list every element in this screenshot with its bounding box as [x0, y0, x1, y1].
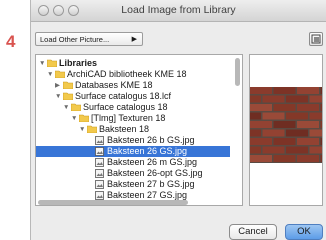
- tree-item-label: ArchiCAD bibliotheek KME 18: [67, 69, 187, 79]
- tree-folder-item[interactable]: ▼ ArchiCAD bibliotheek KME 18: [36, 69, 230, 80]
- brick: [273, 121, 296, 128]
- disclosure-expanded-icon[interactable]: ▼: [39, 58, 45, 69]
- scroll-thumb[interactable]: [235, 58, 240, 86]
- brick: [273, 87, 296, 94]
- tree-folder-item[interactable]: ▶ Databases KME 18: [36, 80, 230, 91]
- brick: [297, 104, 319, 111]
- brick: [309, 129, 322, 137]
- triangle-right-icon: ▶: [131, 36, 137, 43]
- tree-file-item[interactable]: Baksteen 26-opt GS.jpg: [36, 168, 230, 179]
- brick: [250, 155, 272, 162]
- tree-file-item[interactable]: Baksteen 27 b GS.jpg: [36, 179, 230, 190]
- scroll-thumb[interactable]: [38, 200, 188, 205]
- disclosure-expanded-icon[interactable]: ▼: [79, 124, 85, 135]
- disclosure-expanded-icon[interactable]: ▼: [55, 91, 61, 102]
- brick: [286, 129, 308, 137]
- brick: [250, 146, 261, 154]
- disclosure-expanded-icon[interactable]: ▼: [71, 113, 77, 124]
- library-tree: ▼ Libraries ▼ ArchiCAD bibliotheek KME 18 ▶ D…: [35, 54, 243, 206]
- tree-folder-item[interactable]: ▼ Libraries: [36, 58, 230, 69]
- brick: [250, 138, 272, 145]
- title-bar: Load Image from Library: [31, 0, 326, 22]
- brick: [262, 95, 285, 103]
- tree-folder-item[interactable]: ▼ [Tlmg] Texturen 18: [36, 113, 230, 124]
- brick: [320, 104, 322, 111]
- ok-button[interactable]: OK: [285, 224, 323, 240]
- vertical-scrollbar[interactable]: [234, 57, 241, 203]
- brick: [320, 87, 322, 94]
- tree-file-item[interactable]: Baksteen 26 m GS.jpg: [36, 157, 230, 168]
- tree-item-label: Baksteen 26 GS.jpg: [107, 146, 188, 156]
- brick: [273, 138, 296, 145]
- tree-item-label: Surface catalogus 18: [83, 102, 168, 112]
- brick: [250, 112, 261, 120]
- step-number: 4: [6, 32, 16, 51]
- brick: [250, 121, 272, 128]
- tree-item-label: Baksteen 18: [99, 124, 150, 134]
- brick: [297, 121, 319, 128]
- image-preview: [250, 87, 322, 163]
- brick: [273, 104, 296, 111]
- window-title: Load Image from Library: [121, 4, 236, 16]
- brick: [309, 146, 322, 154]
- disclosure-expanded-icon[interactable]: ▼: [63, 102, 69, 113]
- brick: [320, 155, 322, 162]
- brick: [309, 95, 322, 103]
- brick: [273, 155, 296, 162]
- tree-item-label: Baksteen 26 b GS.jpg: [107, 135, 195, 145]
- tree-file-item[interactable]: Baksteen 26 b GS.jpg: [36, 135, 230, 146]
- brick: [262, 146, 285, 154]
- tree-item-label: Surface catalogus 18.lcf: [75, 91, 172, 101]
- brick: [250, 129, 261, 137]
- brick: [297, 155, 319, 162]
- image-preview-panel: [249, 54, 323, 206]
- tree-file-item[interactable]: Baksteen 26 GS.jpg: [36, 146, 230, 157]
- brick: [309, 112, 322, 120]
- tree-folder-item[interactable]: ▼ Surface catalogus 18: [36, 102, 230, 113]
- brick: [320, 138, 322, 145]
- brick: [262, 112, 285, 120]
- load-image-dialog: Load Image from Library Load Other Pictu…: [30, 0, 326, 240]
- tree-item-label: Baksteen 27 b GS.jpg: [107, 179, 195, 189]
- reload-icon: [311, 34, 321, 44]
- brick: [286, 95, 308, 103]
- disclosure-expanded-icon[interactable]: ▼: [47, 69, 53, 80]
- brick: [297, 87, 319, 94]
- brick: [250, 104, 272, 111]
- tree-item-label: Databases KME 18: [75, 80, 153, 90]
- brick: [250, 95, 261, 103]
- cancel-button[interactable]: Cancel: [229, 224, 277, 240]
- reload-button[interactable]: [309, 32, 323, 46]
- brick: [262, 129, 285, 137]
- brick: [286, 112, 308, 120]
- tree-folder-item[interactable]: ▼ Baksteen 18: [36, 124, 230, 135]
- tree-folder-item[interactable]: ▼ Surface catalogus 18.lcf: [36, 91, 230, 102]
- tree-item-label: Baksteen 26-opt GS.jpg: [107, 168, 203, 178]
- brick: [250, 87, 272, 94]
- tree-item-label: Baksteen 26 m GS.jpg: [107, 157, 198, 167]
- horizontal-scrollbar[interactable]: [38, 200, 232, 205]
- disclosure-collapsed-icon[interactable]: ▶: [55, 80, 60, 91]
- brick: [286, 146, 308, 154]
- tree-item-label: [Tlmg] Texturen 18: [91, 113, 166, 123]
- picture-source-select[interactable]: Load Other Picture... ▶: [35, 32, 143, 46]
- brick: [320, 121, 322, 128]
- picture-source-value: Load Other Picture...: [40, 35, 110, 44]
- brick: [297, 138, 319, 145]
- tree-item-label: Libraries: [59, 58, 98, 68]
